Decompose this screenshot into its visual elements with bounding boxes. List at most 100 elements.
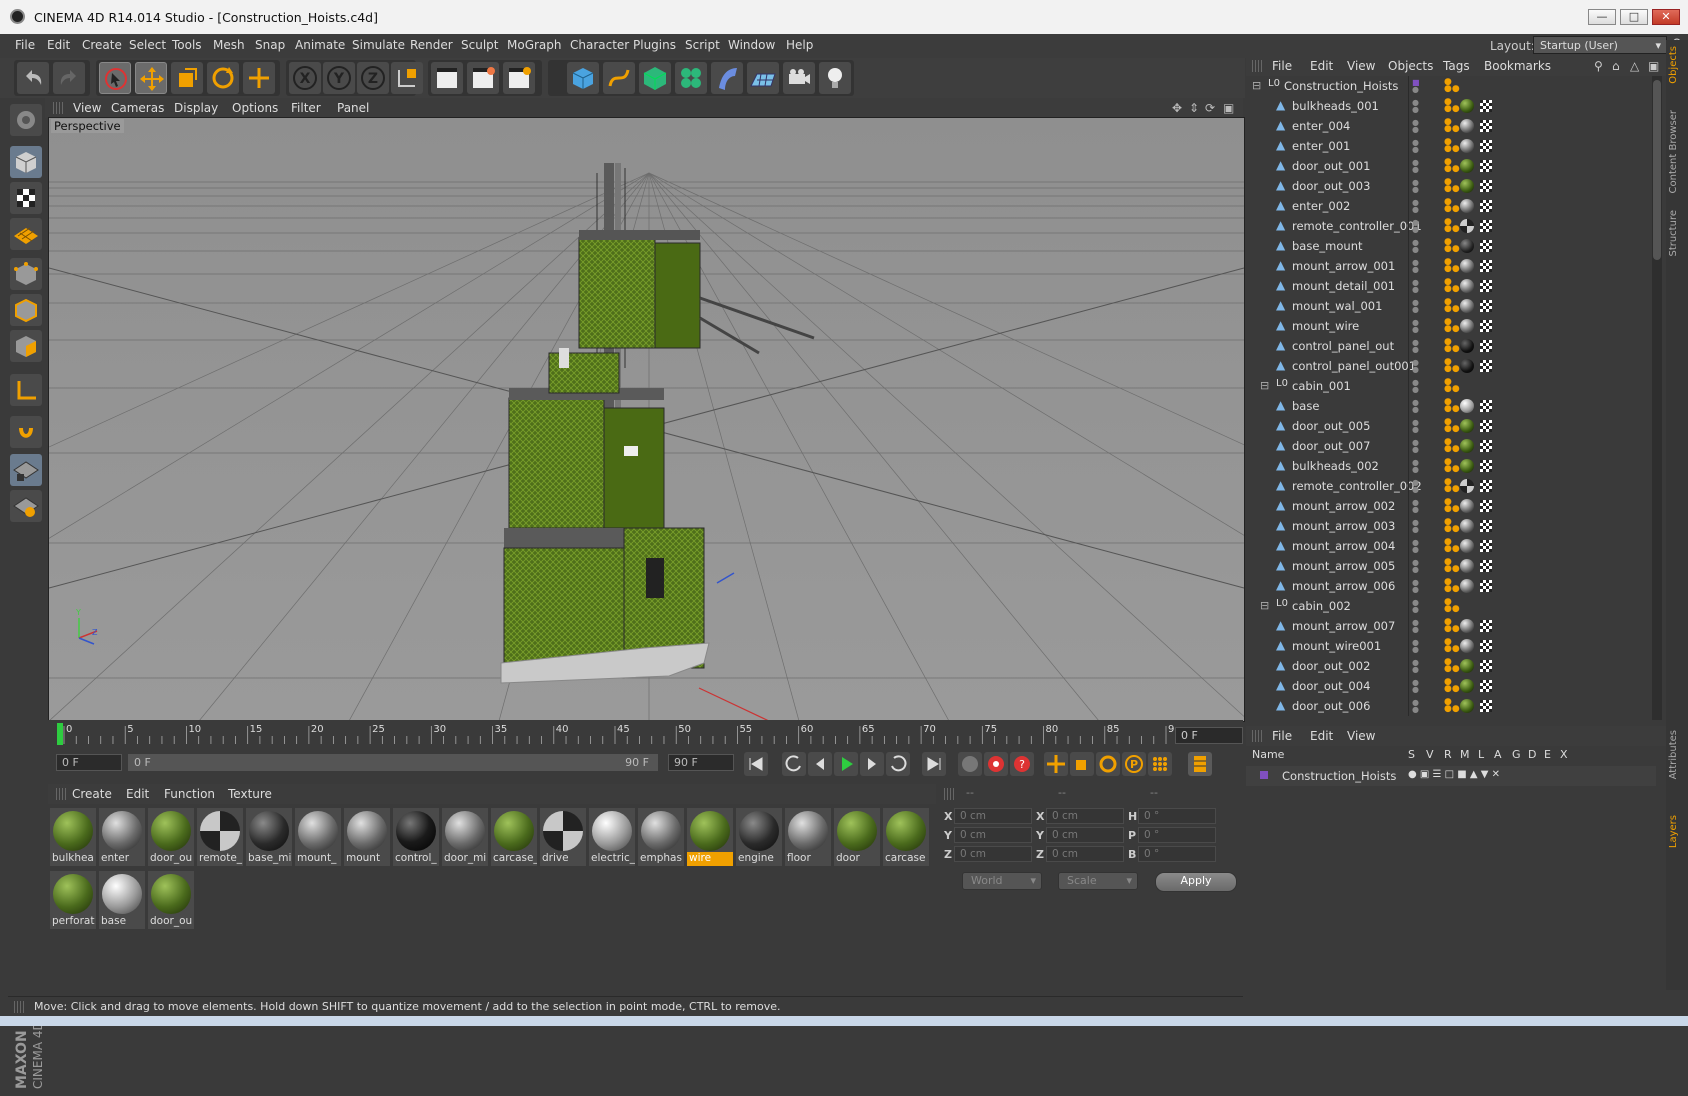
tab-objects[interactable]: Objects	[1668, 46, 1686, 84]
object-row[interactable]: ▲ door_out_005 ● ● ● ●●	[1246, 416, 1656, 436]
pos-z-field[interactable]: 0 cm	[954, 846, 1032, 862]
phong-tag-icon[interactable]: ● ●●	[1444, 698, 1460, 714]
om-menu-tags[interactable]: Tags	[1443, 59, 1470, 73]
uvw-tag-icon[interactable]	[1480, 200, 1492, 212]
phong-tag-icon[interactable]: ● ●●	[1444, 358, 1460, 374]
position-key-icon[interactable]	[1044, 752, 1068, 776]
phong-tag-icon[interactable]: ● ●●	[1444, 638, 1460, 654]
rotate-icon[interactable]	[207, 62, 239, 94]
material-tag-icon[interactable]	[1460, 519, 1474, 533]
object-row[interactable]: ▲ remote_controller_001 ● ● ● ●●	[1246, 216, 1656, 236]
material-tag-icon[interactable]	[1460, 399, 1474, 413]
visibility-dots-icon[interactable]: ● ●	[1412, 359, 1419, 374]
material-swatch[interactable]: electric_	[589, 808, 635, 866]
visibility-dots-icon[interactable]: ● ●	[1412, 419, 1419, 434]
material-swatch[interactable]: base	[99, 871, 145, 929]
visibility-dots-icon[interactable]: ● ●	[1412, 259, 1419, 274]
uvw-tag-icon[interactable]	[1480, 360, 1492, 372]
material-tag-icon[interactable]	[1460, 359, 1474, 373]
undo-icon[interactable]	[17, 62, 49, 94]
uvw-tag-icon[interactable]	[1480, 640, 1492, 652]
object-row[interactable]: ▲ bulkheads_002 ● ● ● ●●	[1246, 456, 1656, 476]
object-row[interactable]: ▲ door_out_001 ● ● ● ●●	[1246, 156, 1656, 176]
visibility-dots-icon[interactable]: ● ●	[1412, 119, 1419, 134]
close-button[interactable]: ✕	[1652, 9, 1680, 25]
cloner-icon[interactable]	[675, 62, 707, 94]
material-swatch[interactable]: wire	[687, 808, 733, 866]
layer-menu-view[interactable]: View	[1347, 729, 1375, 743]
material-tag-icon[interactable]	[1460, 419, 1474, 433]
object-row[interactable]: ▲ mount_arrow_006 ● ● ● ●●	[1246, 576, 1656, 596]
phong-tag-icon[interactable]: ● ●●	[1444, 338, 1460, 354]
object-row[interactable]: ▲ door_out_004 ● ● ● ●●	[1246, 676, 1656, 696]
material-tag-icon[interactable]	[1460, 219, 1474, 233]
up-icon[interactable]: △	[1630, 59, 1639, 73]
uvw-tag-icon[interactable]	[1480, 320, 1492, 332]
phong-tag-icon[interactable]: ● ●●	[1444, 458, 1460, 474]
uvw-tag-icon[interactable]	[1480, 460, 1492, 472]
expand-toggle-icon[interactable]: ⊟	[1252, 79, 1261, 92]
phong-tag-icon[interactable]: ● ●●	[1444, 538, 1460, 554]
phong-tag-icon[interactable]: ● ●●	[1444, 598, 1460, 614]
recent-tool-icon[interactable]	[243, 62, 275, 94]
object-row[interactable]: ▲ door_out_007 ● ● ● ●●	[1246, 436, 1656, 456]
material-swatch[interactable]: mount_	[295, 808, 341, 866]
uvw-tag-icon[interactable]	[1480, 280, 1492, 292]
uvw-tag-icon[interactable]	[1480, 120, 1492, 132]
visibility-dots-icon[interactable]: ● ●	[1412, 539, 1419, 554]
material-tag-icon[interactable]	[1460, 579, 1474, 593]
rotate-view-icon[interactable]: ⟳	[1205, 101, 1215, 115]
uvw-tag-icon[interactable]	[1480, 580, 1492, 592]
viewport-menu-options[interactable]: Options	[232, 101, 278, 115]
material-menu-create[interactable]: Create	[72, 787, 112, 801]
next-key-icon[interactable]	[886, 752, 910, 776]
material-tag-icon[interactable]	[1460, 119, 1474, 133]
tab-layers[interactable]: Layers	[1668, 815, 1686, 848]
layer-menu-file[interactable]: File	[1272, 729, 1292, 743]
redo-icon[interactable]	[53, 62, 85, 94]
object-row[interactable]: ▲ door_out_006 ● ● ● ●●	[1246, 696, 1656, 716]
phong-tag-icon[interactable]: ● ●●	[1444, 658, 1460, 674]
material-swatch[interactable]: mount	[344, 808, 390, 866]
visibility-dots-icon[interactable]: ● ●	[1412, 239, 1419, 254]
rot-p-field[interactable]: 0 °	[1138, 827, 1216, 843]
uvw-tag-icon[interactable]	[1480, 340, 1492, 352]
phong-tag-icon[interactable]: ● ●●	[1444, 178, 1460, 194]
uvw-tag-icon[interactable]	[1480, 560, 1492, 572]
move-icon[interactable]	[135, 62, 167, 94]
deformer-icon[interactable]	[711, 62, 743, 94]
material-swatch[interactable]: base_mi	[246, 808, 292, 866]
material-swatch[interactable]: perforat	[50, 871, 96, 929]
object-row[interactable]: ⊟ L0 cabin_002 ● ● ● ●●	[1246, 596, 1656, 616]
material-swatch[interactable]: carcase	[883, 808, 929, 866]
object-tree-scrollbar[interactable]	[1652, 76, 1662, 720]
end-frame-field[interactable]: 90 F	[668, 754, 734, 771]
material-tag-icon[interactable]	[1460, 259, 1474, 273]
phong-tag-icon[interactable]: ● ●●	[1444, 378, 1460, 394]
material-swatch[interactable]: carcase_	[491, 808, 537, 866]
playhead[interactable]	[57, 723, 63, 745]
render-picture-viewer-icon[interactable]	[467, 62, 499, 94]
record-keys-icon[interactable]	[958, 752, 982, 776]
material-swatch[interactable]: bulkhea	[50, 808, 96, 866]
object-row[interactable]: ▲ mount_arrow_007 ● ● ● ●●	[1246, 616, 1656, 636]
model-mode-icon[interactable]	[10, 146, 42, 178]
visibility-dots-icon[interactable]: ● ●	[1412, 499, 1419, 514]
menu-mesh[interactable]: Mesh	[213, 38, 245, 52]
phong-tag-icon[interactable]: ● ●●	[1444, 678, 1460, 694]
frame-range-slider[interactable]: 0 F 90 F	[128, 754, 658, 771]
material-tag-icon[interactable]	[1460, 179, 1474, 193]
phong-tag-icon[interactable]: ● ●●	[1444, 198, 1460, 214]
object-row[interactable]: ▲ mount_arrow_002 ● ● ● ●●	[1246, 496, 1656, 516]
subdivision-surface-icon[interactable]	[639, 62, 671, 94]
zoom-view-icon[interactable]: ⇕	[1189, 101, 1199, 115]
om-menu-objects[interactable]: Objects	[1388, 59, 1433, 73]
locked-workplane-icon[interactable]	[10, 490, 42, 522]
object-row[interactable]: ▲ mount_wire001 ● ● ● ●●	[1246, 636, 1656, 656]
material-swatch[interactable]: door_mi	[442, 808, 488, 866]
phong-tag-icon[interactable]: ● ●●	[1444, 218, 1460, 234]
phong-tag-icon[interactable]: ● ●●	[1444, 398, 1460, 414]
material-swatch[interactable]: door	[834, 808, 880, 866]
object-row[interactable]: ▲ mount_arrow_001 ● ● ● ●●	[1246, 256, 1656, 276]
material-swatch[interactable]: floor	[785, 808, 831, 866]
